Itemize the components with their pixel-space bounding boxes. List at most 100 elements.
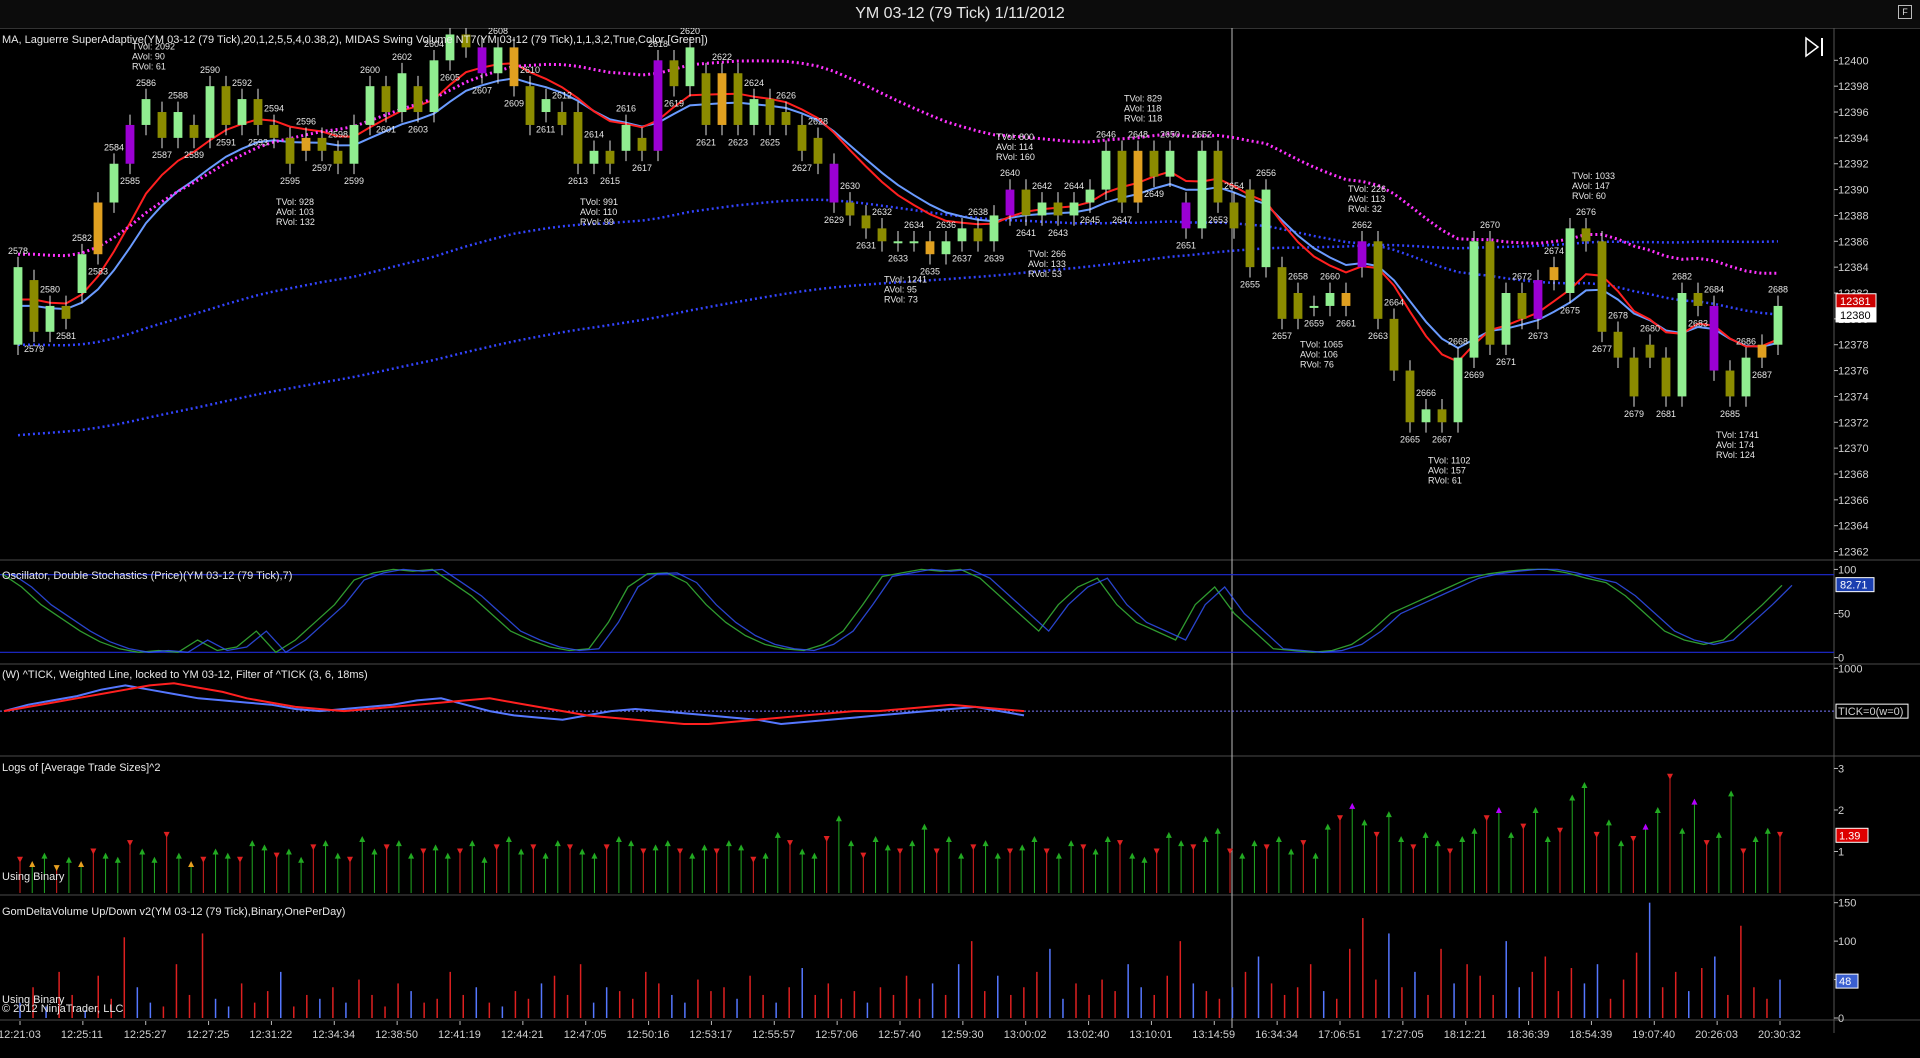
time-axis: 12:21:03 12:25:11 12:25:27 12:27:25 12:31:22… (0, 1021, 1801, 1041)
candle (269, 124, 279, 138)
trade-size-marker (897, 848, 903, 855)
y-tick-label: 12396 (1838, 107, 1869, 119)
trade-size-marker (787, 840, 793, 847)
candle (1549, 267, 1559, 281)
candle (861, 215, 871, 229)
time-label: 12:57:06 (815, 1029, 858, 1041)
trade-size-marker (1385, 811, 1392, 818)
candle (253, 99, 263, 125)
candle (1405, 370, 1415, 423)
trade-size-marker (1288, 848, 1295, 855)
tick-zero-label: TICK=0(w=0) (1838, 706, 1903, 718)
trade-size-marker (982, 840, 989, 847)
candle (237, 99, 247, 125)
candle-label: 2688 (1768, 285, 1788, 295)
candle (429, 60, 439, 113)
trade-size-marker (1679, 827, 1686, 834)
candle-label: 2663 (1368, 331, 1388, 341)
candle (1677, 293, 1687, 397)
candle-label: 2629 (824, 215, 844, 225)
candle-label: 2597 (312, 163, 332, 173)
candle (1629, 357, 1639, 397)
trade-size-marker (1654, 806, 1661, 813)
price-panel-title: MA, Laguerre SuperAdaptive(YM 03-12 (79 … (2, 34, 708, 46)
trade-size-marker (1410, 844, 1417, 851)
candle (1517, 293, 1527, 319)
trade-size-marker (945, 836, 952, 843)
trade-size-panel[interactable]: 1 2 3 1.39 (17, 763, 1869, 893)
candle (1709, 305, 1719, 371)
candle-label: 2603 (408, 124, 428, 134)
candle-label: 2621 (696, 137, 716, 147)
candle-label: 2612 (552, 91, 572, 101)
candle-label: 2614 (584, 129, 604, 139)
volume-annotation: AVol: 113 (1348, 194, 1385, 204)
candle-label: 2675 (1560, 305, 1580, 315)
candle (1261, 189, 1271, 268)
candle (1005, 189, 1015, 216)
candle (317, 137, 327, 151)
trade-size-marker (1349, 802, 1356, 809)
candle (781, 112, 791, 125)
trade-size-marker (261, 844, 268, 851)
candle-label: 2598 (328, 129, 348, 139)
time-label: 18:36:39 (1507, 1029, 1550, 1041)
trade-size-marker (823, 836, 830, 843)
midas-lower-line (17, 240, 1779, 437)
volume-annotation: RVol: 76 (1300, 359, 1334, 369)
candle (589, 150, 599, 164)
trade-size-marker (799, 848, 806, 855)
candle (349, 124, 359, 164)
candle (1389, 318, 1399, 371)
y-tick-label: 12372 (1838, 417, 1869, 429)
trade-size-marker (579, 848, 586, 855)
trade-size-marker (1068, 840, 1075, 847)
candle-label: 2591 (216, 137, 236, 147)
restore-button[interactable]: F (1898, 5, 1912, 19)
candle (1341, 293, 1351, 306)
volume-annotation: RVol: 60 (1572, 191, 1606, 201)
trade-size-marker (1495, 806, 1502, 813)
volume-annotation: TVol: 1741 (1716, 430, 1759, 440)
trade-size-marker (1141, 856, 1148, 863)
time-label: 12:41:19 (438, 1029, 481, 1041)
trade-size-marker (310, 844, 317, 851)
trade-size-marker (664, 840, 671, 847)
candle-label: 2623 (728, 137, 748, 147)
volume-annotation: RVol: 32 (1348, 204, 1382, 214)
trade-size-marker (347, 856, 353, 863)
chart-area[interactable]: 12362 12364 12366 12368 12370 12372 12374 12376… (0, 28, 1920, 1058)
trade-size-marker (1520, 823, 1527, 830)
candle-label: 2630 (840, 181, 860, 191)
candle (829, 163, 839, 203)
candle-label: 2601 (376, 124, 396, 134)
trade-size-marker (1398, 836, 1405, 843)
candle-label: 2626 (776, 91, 796, 101)
candle-label: 2619 (664, 99, 684, 109)
trade-size-marker (1337, 815, 1343, 822)
candle (205, 86, 215, 138)
price-panel[interactable]: 12362 12364 12366 12368 12370 12372 12374 12376… (8, 28, 1877, 559)
candle (509, 47, 519, 87)
candle (1021, 189, 1031, 216)
time-label: 12:38:50 (375, 1029, 418, 1041)
skip-forward-icon[interactable] (1805, 36, 1823, 58)
candle (557, 112, 567, 125)
trade-size-marker (640, 848, 647, 855)
candle-label: 2648 (1128, 129, 1148, 139)
candle (1645, 344, 1655, 358)
time-label: 20:30:32 (1758, 1029, 1801, 1041)
candle-label: 2645 (1080, 215, 1100, 225)
price-marker-label: 12381 (1840, 296, 1871, 308)
trade-size-marker (567, 844, 573, 851)
candle-label: 2667 (1432, 435, 1452, 445)
volume-annotation: AVol: 95 (884, 285, 917, 295)
candle-label: 2664 (1384, 298, 1404, 308)
time-label: 17:06:51 (1318, 1029, 1361, 1041)
y-tick-label: 12394 (1838, 133, 1869, 145)
trade-size-marker (1373, 831, 1380, 838)
y-tick-label: 2 (1838, 805, 1844, 817)
trade-size-marker (224, 852, 231, 859)
candle (733, 73, 743, 125)
candle-label: 2587 (152, 150, 172, 160)
